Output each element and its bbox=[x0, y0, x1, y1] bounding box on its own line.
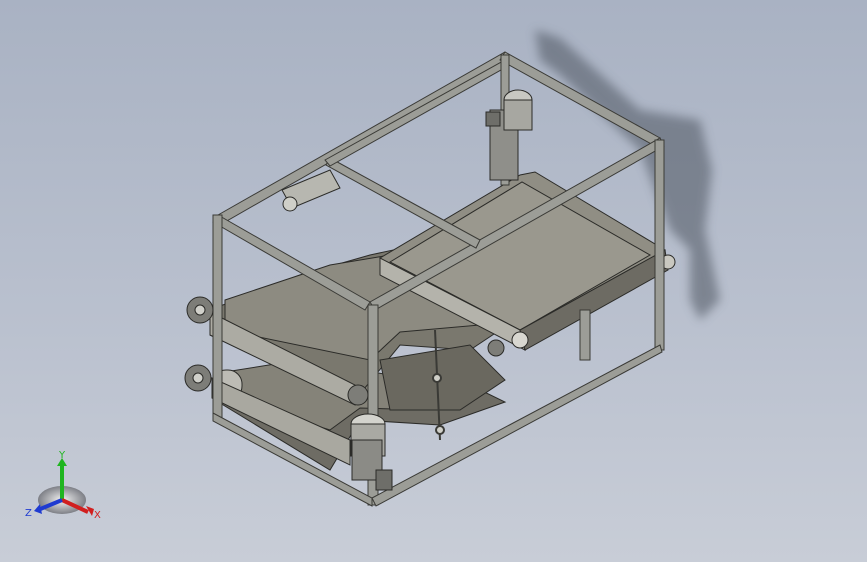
y-axis-label: Y bbox=[58, 450, 66, 461]
conveyor-assembly-model[interactable] bbox=[0, 0, 867, 562]
cad-viewport[interactable]: Y X Z bbox=[0, 0, 867, 562]
orientation-triad: Y X Z bbox=[25, 450, 101, 521]
x-axis-label: X bbox=[94, 510, 101, 521]
z-axis-label: Z bbox=[25, 508, 32, 519]
motor-top[interactable] bbox=[485, 89, 533, 181]
motor-bottom[interactable] bbox=[350, 413, 393, 491]
